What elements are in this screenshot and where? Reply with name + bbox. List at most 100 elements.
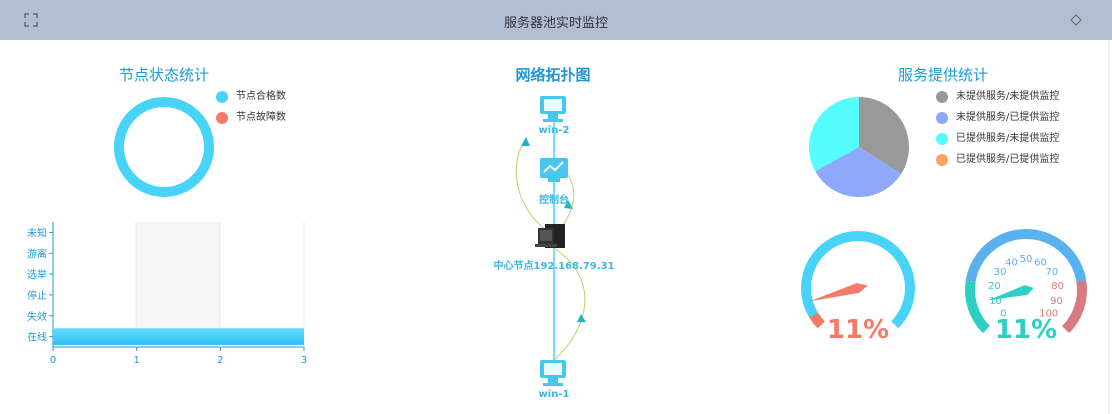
- gauge-tick: [976, 276, 981, 279]
- topology-flow: [515, 139, 555, 237]
- gauge-tick: [1015, 239, 1018, 244]
- server-icon: [535, 224, 565, 248]
- gauge-tick-label: 70: [1046, 267, 1059, 278]
- gauge-tick: [975, 281, 985, 284]
- legend-item-served-none[interactable]: 已提供服务/未提供监控: [936, 132, 1059, 153]
- gauge-tick: [1054, 249, 1058, 254]
- gauge-tick: [1072, 295, 1077, 297]
- gauge-tick: [1002, 244, 1008, 253]
- category-label: 未知: [27, 226, 47, 239]
- gauge-tick: [1038, 240, 1041, 246]
- gauge-tick: [1034, 239, 1037, 244]
- gauge-tick-label: 50: [1020, 254, 1033, 265]
- category-label: 在线: [27, 331, 47, 344]
- topology-graph: [515, 96, 586, 386]
- legend-item-healthy[interactable]: 节点合格数: [216, 90, 286, 111]
- gauge-tick: [1060, 255, 1065, 260]
- gauge-tick: [983, 316, 988, 320]
- category-label: 选举: [27, 268, 47, 281]
- legend-dot: [936, 133, 948, 145]
- right-edge-divider: [1108, 40, 1110, 414]
- gauge-arc: [801, 231, 915, 329]
- gauge-tick: [1071, 276, 1076, 279]
- legend-label: 未提供服务/未提供监控: [956, 91, 1060, 102]
- node-win-1[interactable]: [540, 360, 566, 386]
- gauge-tick: [1064, 316, 1069, 320]
- node-state-bar-chart: 在线 失效 停止 选举 游离 未知 0 1 2 3: [27, 222, 307, 366]
- node-center[interactable]: [535, 224, 565, 248]
- legend-item-faulty[interactable]: 节点故障数: [216, 111, 286, 132]
- legend-dot: [936, 91, 948, 103]
- gauge-tick: [1006, 242, 1010, 247]
- gauge-tick: [990, 252, 995, 257]
- node-status-donut: [114, 97, 214, 197]
- legend-label: 节点故障数: [236, 112, 286, 123]
- gauge-value: 11%: [827, 315, 889, 345]
- x-tick-label: 0: [50, 355, 56, 366]
- donut-healthy-ring: [114, 97, 214, 197]
- gauge-tick-label: 20: [988, 281, 1001, 292]
- gauge-tick: [1068, 267, 1073, 271]
- bar[interactable]: [53, 328, 304, 345]
- gauge-pointer: [809, 283, 868, 302]
- gauge-tick: [1065, 302, 1075, 307]
- gauge-tick-label: 30: [994, 267, 1007, 278]
- gauge-tick: [994, 249, 998, 254]
- flow-arrow: [521, 137, 530, 146]
- dashboard-icon: [540, 158, 568, 182]
- legend-dot: [216, 112, 228, 124]
- gauge-tick: [1059, 259, 1068, 266]
- category-label: 失效: [27, 310, 47, 323]
- node-label-win-1: win-1: [538, 389, 570, 400]
- gauge-tick: [1068, 308, 1074, 311]
- legend-dot: [936, 112, 948, 124]
- legend-label: 已提供服务/已提供监控: [956, 154, 1060, 165]
- gauge-tick-label: 90: [1050, 296, 1063, 307]
- gauge-tick: [981, 263, 986, 267]
- x-tick-label: 1: [133, 355, 139, 366]
- legend-label: 未提供服务/已提供监控: [956, 112, 1060, 123]
- gauge-tick: [1066, 263, 1071, 267]
- node-console[interactable]: [540, 158, 568, 182]
- node-win-2[interactable]: [540, 96, 566, 122]
- legend-item-served-monitored[interactable]: 已提供服务/已提供监控: [936, 153, 1059, 174]
- gauge-tick-label: 40: [1005, 257, 1018, 268]
- window-header: 服务器池实时监控: [0, 0, 1112, 40]
- usage-gauge-2: 010203040 50 60708090100 11%: [965, 229, 1087, 345]
- diamond-menu-icon[interactable]: [1070, 14, 1082, 26]
- page-title: 服务器池实时监控: [503, 16, 608, 31]
- gauge-tick: [978, 308, 984, 311]
- gauge-tick: [1067, 281, 1077, 284]
- legend-dot: [936, 154, 948, 166]
- usage-gauge-1: 11%: [801, 231, 915, 345]
- gauge-tick: [1044, 244, 1050, 253]
- gauge-tick: [1071, 299, 1076, 302]
- gauge-tick: [1042, 242, 1046, 247]
- legend-label: 已提供服务/未提供监控: [956, 133, 1060, 144]
- topology-title: 网络拓扑图: [515, 66, 591, 84]
- monitor-icon: [540, 360, 566, 386]
- gauge-tick: [979, 267, 984, 271]
- node-status-title: 节点状态统计: [118, 66, 209, 84]
- gauge-tick: [987, 255, 992, 260]
- gauge-tick: [1011, 240, 1014, 246]
- node-label-center: 中心节点192.168.79.31: [493, 261, 615, 272]
- gauge-tick: [976, 299, 981, 302]
- gauge-tick: [977, 272, 982, 275]
- service-title: 服务提供统计: [897, 66, 988, 84]
- legend-label: 节点合格数: [236, 91, 286, 102]
- legend-dot: [216, 91, 228, 103]
- gauge-tick: [975, 295, 980, 297]
- gauge-tick: [1070, 272, 1075, 275]
- node-label-win-2: win-2: [538, 125, 570, 136]
- legend-item-none-monitored[interactable]: 未提供服务/已提供监控: [936, 111, 1059, 132]
- x-tick-label: 3: [301, 355, 307, 366]
- gauge-tick-label: 80: [1051, 281, 1064, 292]
- gauge-tick: [1057, 252, 1062, 257]
- gauge-value: 11%: [995, 315, 1057, 345]
- gauge-tick: [1066, 312, 1071, 316]
- gauge-tick: [1061, 319, 1066, 323]
- service-pie-chart: [809, 97, 909, 197]
- legend-item-none-none[interactable]: 未提供服务/未提供监控: [936, 90, 1059, 111]
- x-tick-label: 2: [217, 355, 223, 366]
